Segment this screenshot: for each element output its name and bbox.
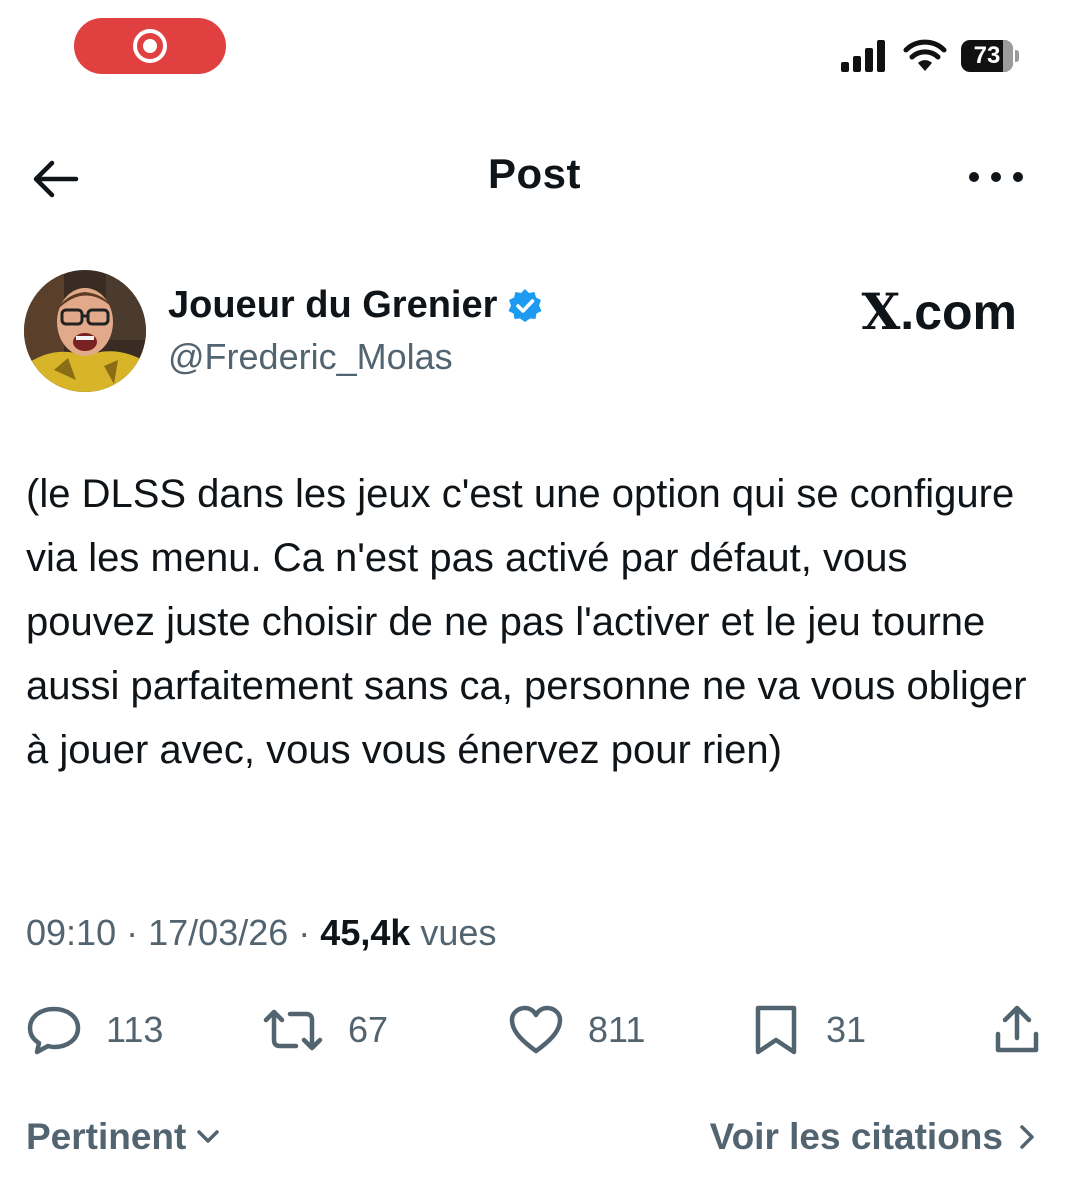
repost-button[interactable]: 67	[262, 1002, 388, 1058]
reply-count: 113	[106, 1009, 164, 1050]
battery-indicator: 73	[961, 40, 1019, 72]
views-count: 45,4k	[320, 912, 411, 953]
repost-icon	[263, 1009, 323, 1051]
view-quotes-label: Voir les citations	[709, 1116, 1003, 1157]
bookmark-icon	[755, 1005, 797, 1055]
view-quotes-link[interactable]: Voir les citations	[710, 1116, 1035, 1158]
meta-separator: ·	[298, 912, 311, 953]
battery-level: 73	[973, 42, 1001, 69]
cellular-signal-icon	[841, 40, 885, 72]
author-display-name: Joueur du Grenier	[168, 284, 498, 326]
more-options-icon	[969, 172, 979, 182]
share-button[interactable]	[993, 1004, 1041, 1056]
views-label: vues	[420, 912, 497, 953]
meta-separator: ·	[126, 912, 139, 953]
like-button[interactable]: 811	[508, 1002, 645, 1058]
avatar[interactable]	[24, 270, 146, 392]
post-text: (le DLSS dans les jeux c'est une option …	[26, 472, 1027, 772]
sort-replies-dropdown[interactable]: Pertinent	[26, 1116, 220, 1158]
author-handle[interactable]: @Frederic_Molas	[168, 336, 453, 378]
screen-record-icon	[133, 29, 167, 63]
more-options-button[interactable]	[969, 165, 1023, 189]
heart-icon	[509, 1005, 563, 1054]
page-title: Post	[487, 150, 581, 197]
post-date: 17/03/26	[148, 912, 289, 953]
screen-recording-indicator[interactable]	[74, 18, 226, 74]
chevron-down-icon	[197, 1130, 220, 1143]
author-name[interactable]: Joueur du Grenier	[168, 284, 543, 327]
like-count: 811	[588, 1009, 646, 1050]
reply-button[interactable]: 113	[26, 1002, 163, 1058]
site-logo: X.com	[862, 282, 1018, 341]
verified-badge-icon	[508, 288, 542, 322]
x-logo-letter: X	[861, 282, 901, 341]
bookmark-count: 31	[826, 1009, 867, 1050]
chevron-right-icon	[1020, 1125, 1034, 1149]
reply-icon	[27, 1006, 81, 1055]
sort-label: Pertinent	[26, 1116, 187, 1157]
wifi-icon	[903, 39, 947, 71]
repost-count: 67	[348, 1009, 389, 1050]
bookmark-button[interactable]: 31	[750, 1002, 866, 1058]
share-icon	[995, 1005, 1039, 1053]
status-icons: 73	[841, 36, 1019, 76]
post-meta: 09:10 · 17/03/26 · 45,4k vues	[26, 912, 496, 954]
post-time: 09:10	[26, 912, 117, 953]
site-logo-domain: .com	[900, 284, 1017, 340]
